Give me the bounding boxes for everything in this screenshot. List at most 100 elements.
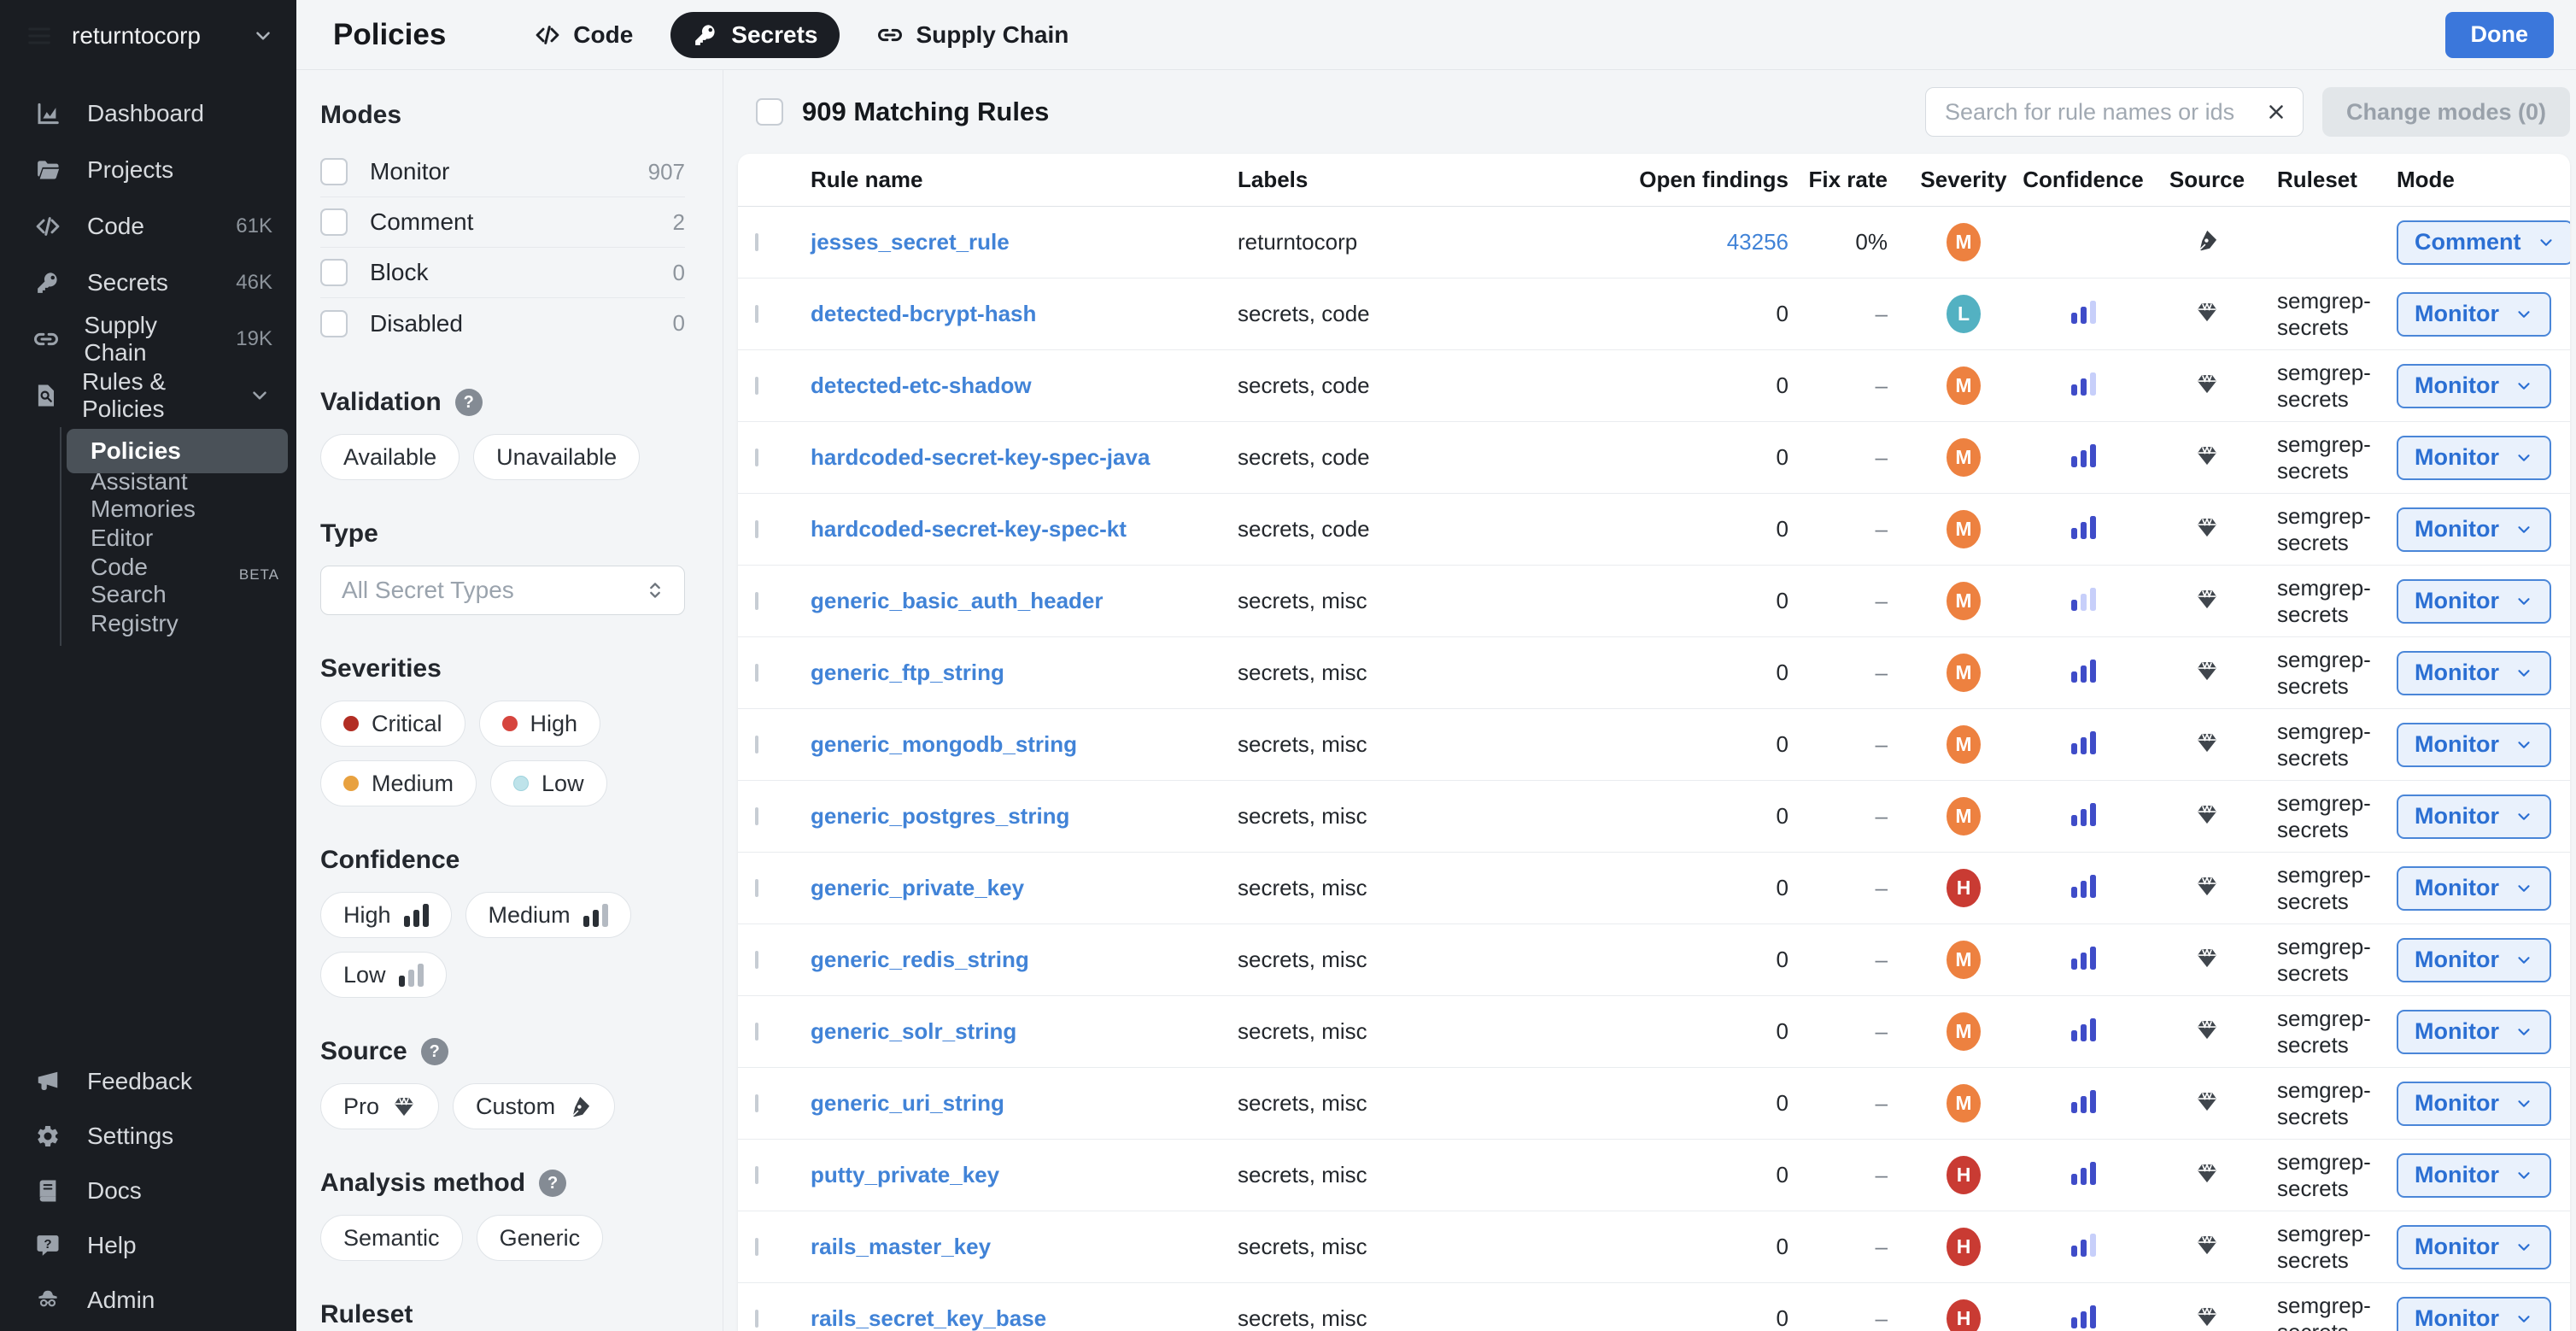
help-icon[interactable]: ? (455, 389, 483, 416)
mode-dropdown-button[interactable]: Monitor (2397, 507, 2551, 552)
validation-pill-unavailable[interactable]: Unavailable (473, 434, 640, 480)
confidence-pill-medium[interactable]: Medium (465, 892, 631, 938)
mode-dropdown-button[interactable]: Monitor (2397, 1153, 2551, 1198)
mode-dropdown-button[interactable]: Monitor (2397, 723, 2551, 767)
org-switcher[interactable]: returntocorp (0, 0, 296, 72)
sidebar-item-code[interactable]: Code61K (0, 198, 296, 255)
row-checkbox[interactable] (755, 664, 758, 682)
rule-name-link[interactable]: jesses_secret_rule (811, 229, 1010, 255)
sidebar-item-secrets[interactable]: Secrets46K (0, 255, 296, 311)
severity-pill-critical[interactable]: Critical (320, 701, 465, 747)
rule-name-link[interactable]: rails_master_key (811, 1234, 991, 1259)
row-checkbox[interactable] (755, 807, 758, 825)
row-checkbox[interactable] (755, 1023, 758, 1041)
mode-dropdown-button[interactable]: Monitor (2397, 364, 2551, 408)
open-findings-value[interactable]: 43256 (1727, 229, 1789, 255)
sidebar-item-docs[interactable]: Docs (0, 1164, 296, 1218)
rule-name-link[interactable]: putty_private_key (811, 1162, 999, 1187)
mode-dropdown-button[interactable]: Comment (2397, 220, 2570, 265)
labels-text: secrets, misc (1238, 660, 1367, 685)
mode-dropdown-button[interactable]: Monitor (2397, 651, 2551, 695)
rule-name-link[interactable]: hardcoded-secret-key-spec-kt (811, 516, 1127, 542)
row-checkbox[interactable] (755, 736, 758, 753)
rule-name-link[interactable]: detected-etc-shadow (811, 372, 1032, 398)
mode-dropdown-button[interactable]: Monitor (2397, 1297, 2551, 1331)
mode-dropdown-button[interactable]: Monitor (2397, 1225, 2551, 1269)
change-modes-button[interactable]: Change modes (0) (2322, 87, 2570, 137)
severity-pill-high[interactable]: High (479, 701, 601, 747)
rule-name-link[interactable]: generic_postgres_string (811, 803, 1069, 829)
row-checkbox[interactable] (755, 1310, 758, 1328)
sidebar-item-supply-chain[interactable]: Supply Chain19K (0, 311, 296, 367)
analysis-pill-semantic[interactable]: Semantic (320, 1215, 463, 1261)
sidebar-item-help[interactable]: ?Help (0, 1218, 296, 1273)
tab-supply-chain[interactable]: Supply Chain (855, 12, 1091, 58)
row-checkbox[interactable] (755, 951, 758, 969)
severity-pill-low[interactable]: Low (490, 760, 607, 806)
mode-dropdown-button[interactable]: Monitor (2397, 938, 2551, 982)
sidebar-item-rules-policies[interactable]: Rules & Policies (0, 367, 296, 424)
rule-name-link[interactable]: detected-bcrypt-hash (811, 301, 1036, 326)
tab-code[interactable]: Code (512, 12, 655, 58)
ruleset-name: semgrep-secrets (2277, 1077, 2386, 1130)
severity-badge: M (1947, 582, 1981, 620)
mode-dropdown-button[interactable]: Monitor (2397, 579, 2551, 624)
rule-name-link[interactable]: generic_private_key (811, 875, 1024, 900)
confidence-bars-icon (2071, 1018, 2096, 1041)
source-pill-custom[interactable]: Custom (453, 1083, 615, 1129)
sidebar-subitem-editor[interactable]: Editor (67, 518, 288, 559)
secret-type-select[interactable]: All Secret Types (320, 566, 685, 615)
sidebar-subitem-code-search[interactable]: Code SearchBETA (67, 560, 288, 601)
row-checkbox[interactable] (755, 879, 758, 897)
analysis-pill-generic[interactable]: Generic (477, 1215, 604, 1261)
row-checkbox[interactable] (755, 305, 758, 323)
mode-checkbox-block[interactable] (320, 259, 348, 286)
mode-checkbox-disabled[interactable] (320, 310, 348, 337)
sidebar-item-settings[interactable]: Settings (0, 1109, 296, 1164)
row-checkbox[interactable] (755, 377, 758, 395)
mode-dropdown-button[interactable]: Monitor (2397, 292, 2551, 337)
confidence-pill-low[interactable]: Low (320, 952, 447, 998)
clear-search-icon[interactable] (2265, 101, 2287, 123)
validation-pill-available[interactable]: Available (320, 434, 460, 480)
sidebar-subitem-policies[interactable]: Policies (67, 429, 288, 473)
mode-checkbox-monitor[interactable] (320, 158, 348, 185)
row-checkbox[interactable] (755, 1094, 758, 1112)
rule-search-input[interactable] (1945, 99, 2255, 126)
sidebar-subitem-registry[interactable]: Registry (67, 603, 288, 644)
rule-name-link[interactable]: generic_solr_string (811, 1018, 1016, 1044)
rule-name-link[interactable]: rails_secret_key_base (811, 1305, 1046, 1331)
rule-name-link[interactable]: generic_basic_auth_header (811, 588, 1104, 613)
rule-name-link[interactable]: generic_ftp_string (811, 660, 1004, 685)
row-checkbox[interactable] (755, 592, 758, 610)
help-icon[interactable]: ? (539, 1170, 566, 1197)
row-checkbox[interactable] (755, 520, 758, 538)
sidebar-subitem-assistant-memories[interactable]: Assistant Memories (67, 475, 288, 516)
done-button[interactable]: Done (2445, 12, 2555, 58)
row-checkbox[interactable] (755, 1238, 758, 1256)
select-all-checkbox[interactable] (756, 98, 783, 126)
sidebar-item-dashboard[interactable]: Dashboard (0, 85, 296, 142)
rule-name-link[interactable]: generic_uri_string (811, 1090, 1004, 1116)
sidebar-item-admin[interactable]: Admin (0, 1273, 296, 1328)
tab-secrets[interactable]: Secrets (670, 12, 840, 58)
confidence-pill-high[interactable]: High (320, 892, 452, 938)
mode-checkbox-comment[interactable] (320, 208, 348, 236)
severity-pill-medium[interactable]: Medium (320, 760, 477, 806)
hamburger-menu-icon[interactable] (26, 22, 53, 50)
rule-name-link[interactable]: generic_mongodb_string (811, 731, 1077, 757)
rule-name-link[interactable]: generic_redis_string (811, 947, 1029, 972)
mode-dropdown-button[interactable]: Monitor (2397, 1010, 2551, 1054)
row-checkbox[interactable] (755, 233, 758, 251)
mode-dropdown-button[interactable]: Monitor (2397, 436, 2551, 480)
sidebar-item-projects[interactable]: Projects (0, 142, 296, 198)
rule-name-link[interactable]: hardcoded-secret-key-spec-java (811, 444, 1150, 470)
mode-dropdown-button[interactable]: Monitor (2397, 866, 2551, 911)
sidebar-item-feedback[interactable]: Feedback (0, 1054, 296, 1109)
help-icon[interactable]: ? (421, 1038, 448, 1065)
mode-dropdown-button[interactable]: Monitor (2397, 1082, 2551, 1126)
source-pill-pro[interactable]: Pro (320, 1083, 439, 1129)
row-checkbox[interactable] (755, 449, 758, 466)
mode-dropdown-button[interactable]: Monitor (2397, 794, 2551, 839)
row-checkbox[interactable] (755, 1166, 758, 1184)
